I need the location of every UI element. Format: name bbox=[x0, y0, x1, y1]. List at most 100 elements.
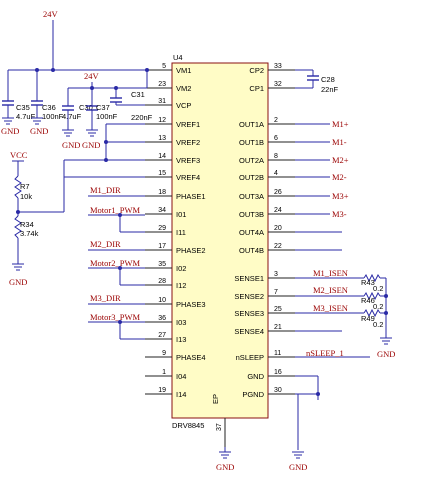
junction bbox=[118, 266, 122, 270]
ic-pin-number: 6 bbox=[274, 135, 278, 142]
ic-pin-number: 34 bbox=[158, 207, 166, 214]
cap-c35-ref: C35 bbox=[16, 103, 30, 112]
schematic-canvas: U4 DRV8845 EP 37 5 VM123 VM231 VCP12 VREF113… bbox=[1, 9, 395, 472]
ic-pin-label: GND bbox=[247, 372, 264, 381]
gnd-label: GND bbox=[9, 277, 27, 287]
ic-pin-number: 4 bbox=[274, 170, 278, 177]
cap-c36-value: 100nF bbox=[42, 112, 64, 121]
ic-pin-label: I01 bbox=[176, 210, 186, 219]
gnd-symbol-r34 bbox=[12, 263, 24, 271]
net-m2-isen: M2_ISEN bbox=[313, 285, 348, 295]
junction bbox=[16, 210, 20, 214]
ic-pin-number: 10 bbox=[158, 297, 166, 304]
ic-pin-number: 25 bbox=[274, 306, 282, 313]
gnd-label: GND bbox=[30, 126, 48, 136]
junction bbox=[384, 311, 388, 315]
net-m1-minus: M1- bbox=[332, 137, 347, 147]
ic-pin-number: 8 bbox=[274, 153, 278, 160]
res-r34-ref: R34 bbox=[20, 220, 34, 229]
net-m3-isen: M3_ISEN bbox=[313, 303, 348, 313]
gnd-symbol-pgnd bbox=[292, 451, 304, 459]
ic-pin-label: I04 bbox=[176, 372, 186, 381]
net-motor2-pwm: Motor2_PWM bbox=[90, 258, 141, 268]
net-m3-minus: M3- bbox=[332, 209, 347, 219]
ic-body bbox=[171, 62, 269, 419]
ic-pin-number: 36 bbox=[158, 315, 166, 322]
net-m2-dir: M2_DIR bbox=[90, 239, 121, 249]
ic-pin-label: OUT1A bbox=[239, 120, 264, 129]
gnd-label: GND bbox=[62, 140, 80, 150]
ic-pin-label: OUT1B bbox=[239, 138, 264, 147]
ic-pin-label: OUT4B bbox=[239, 246, 264, 255]
gnd-symbol-ep bbox=[219, 451, 231, 459]
ic-pin-number: 17 bbox=[158, 243, 166, 250]
junction bbox=[114, 86, 118, 90]
ic-pin-label: PHASE3 bbox=[176, 300, 206, 309]
junction bbox=[118, 213, 122, 217]
gnd-label: GND bbox=[377, 349, 395, 359]
ic-pin-label: nSLEEP bbox=[236, 353, 264, 362]
ic-pin-number: 35 bbox=[158, 261, 166, 268]
ic-pin-number: 15 bbox=[158, 170, 166, 177]
ic-pin-number: 12 bbox=[158, 117, 166, 124]
ic-pin-label: I02 bbox=[176, 264, 186, 273]
cap-c31-ref: C31 bbox=[131, 90, 145, 99]
ic-pin-label: VM2 bbox=[176, 84, 191, 93]
cap-c30-value: 4.7uF bbox=[62, 112, 82, 121]
ic-part: DRV8845 bbox=[172, 421, 204, 430]
power-24v-top-label: 24V bbox=[43, 9, 59, 19]
ic-pin-number: 24 bbox=[274, 207, 282, 214]
gnd-symbol-c37 bbox=[86, 129, 98, 137]
ic-pin-label: I13 bbox=[176, 335, 186, 344]
gnd-label: GND bbox=[1, 126, 19, 136]
power-24v-mid-label: 24V bbox=[84, 71, 100, 81]
junction bbox=[145, 68, 149, 72]
ic-pin-label: PHASE4 bbox=[176, 353, 206, 362]
net-m3-dir: M3_DIR bbox=[90, 293, 121, 303]
junction bbox=[384, 294, 388, 298]
ic-pin-number: 14 bbox=[158, 153, 166, 160]
ic-pin-number: 22 bbox=[274, 243, 282, 250]
cap-c36-ref: C36 bbox=[42, 103, 56, 112]
res-r49-value: 0.2 bbox=[373, 320, 383, 329]
ic-pin-label: OUT4A bbox=[239, 228, 264, 237]
power-vcc-label: VCC bbox=[10, 150, 28, 160]
net-m3-plus: M3+ bbox=[332, 191, 349, 201]
ic-pin-number: 18 bbox=[158, 189, 166, 196]
ic-pin-number: 31 bbox=[158, 98, 166, 105]
ic-pin-number: 32 bbox=[274, 81, 282, 88]
res-r43-value: 0.2 bbox=[373, 284, 383, 293]
cap-c28-value: 22nF bbox=[321, 85, 339, 94]
cap-c28-ref: C28 bbox=[321, 75, 335, 84]
res-r7-ref: R7 bbox=[20, 182, 30, 191]
res-r34-value: 3.74k bbox=[20, 229, 39, 238]
cap-c31-value: 220nF bbox=[131, 113, 153, 122]
ic-pin-label: PHASE1 bbox=[176, 192, 206, 201]
ic-pin-number: 28 bbox=[158, 278, 166, 285]
cap-c37-value: 100nF bbox=[96, 112, 118, 121]
ic-pin-label: VREF3 bbox=[176, 156, 200, 165]
net-nsleep: nSLEEP_1 bbox=[306, 348, 344, 358]
ic-pin-label: I03 bbox=[176, 318, 186, 327]
junction bbox=[104, 140, 108, 144]
ic-pin-number: 16 bbox=[274, 369, 282, 376]
ic-pin-label: I12 bbox=[176, 281, 186, 290]
net-m1-isen: M1_ISEN bbox=[313, 268, 348, 278]
net-m2-plus: M2+ bbox=[332, 155, 349, 165]
ic-pin-label: CP1 bbox=[249, 84, 264, 93]
net-motor1-pwm: Motor1_PWM bbox=[90, 205, 141, 215]
ic-pin-number: 3 bbox=[274, 271, 278, 278]
junction bbox=[118, 320, 122, 324]
ic-pin-label: SENSE4 bbox=[234, 327, 264, 336]
gnd-label: GND bbox=[289, 462, 307, 472]
gnd-symbol-sense bbox=[380, 337, 392, 345]
ic-pin-number: 20 bbox=[274, 225, 282, 232]
ic-pin-number: 33 bbox=[274, 63, 282, 70]
ic-pin-number: 23 bbox=[158, 81, 166, 88]
ic-pin-label: VREF2 bbox=[176, 138, 200, 147]
ic-pin-label: VREF1 bbox=[176, 120, 200, 129]
ic-pin-number: 30 bbox=[274, 387, 282, 394]
ic-pin-number: 26 bbox=[274, 189, 282, 196]
ic-ref: U4 bbox=[173, 53, 183, 62]
ic-pin-number: 5 bbox=[162, 63, 166, 70]
